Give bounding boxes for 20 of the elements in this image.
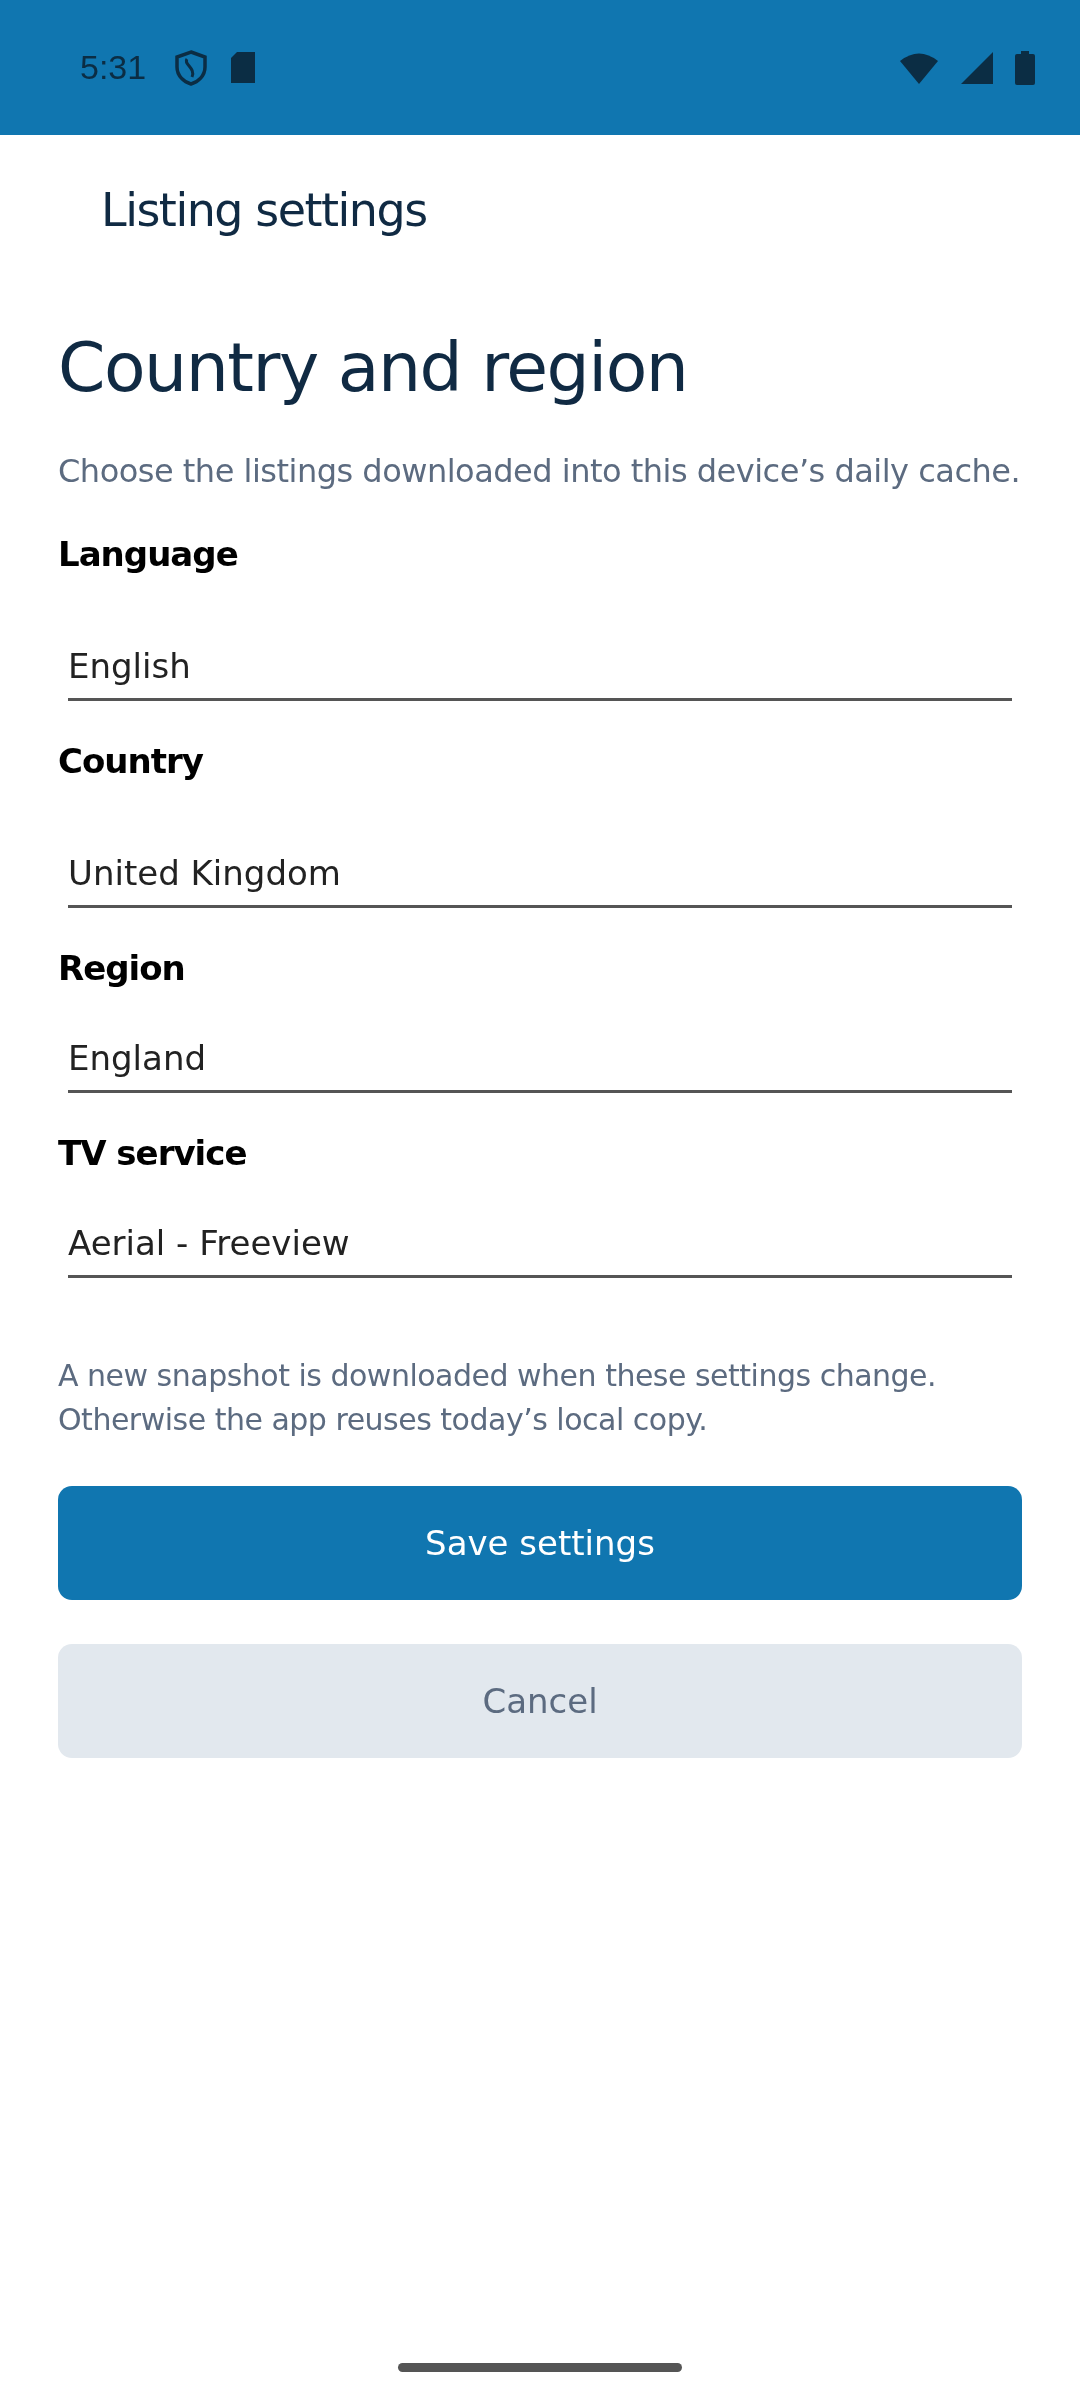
signal-icon — [961, 51, 993, 84]
field-label: TV service — [58, 1132, 248, 1173]
wifi-icon — [899, 51, 939, 84]
battery-icon — [1015, 50, 1035, 85]
field-label: Country — [58, 740, 204, 781]
description-text: Choose the listings downloaded into this device’s daily cache. — [58, 450, 1022, 492]
input-field[interactable]: Aerial - Freeview — [68, 1222, 1012, 1278]
screen-title: Listing settings — [101, 183, 427, 237]
input-field[interactable]: United Kingdom — [68, 852, 1012, 908]
field-label: Language — [58, 533, 239, 574]
input-field[interactable]: English — [68, 645, 1012, 701]
sd-card-icon — [230, 51, 257, 84]
cancel-button[interactable]: Cancel — [58, 1643, 1022, 1758]
field-label: Region — [58, 947, 186, 988]
page-heading: Country and region — [58, 327, 689, 409]
input-field[interactable]: England — [68, 1037, 1012, 1093]
shield-icon — [174, 49, 209, 86]
info-note: A new snapshot is downloaded when these settings change. Otherwise the app reuses today’s local copy. — [58, 1356, 938, 1439]
clock-time: 5:31 — [80, 48, 147, 87]
save-button[interactable]: Save settings — [58, 1485, 1022, 1600]
